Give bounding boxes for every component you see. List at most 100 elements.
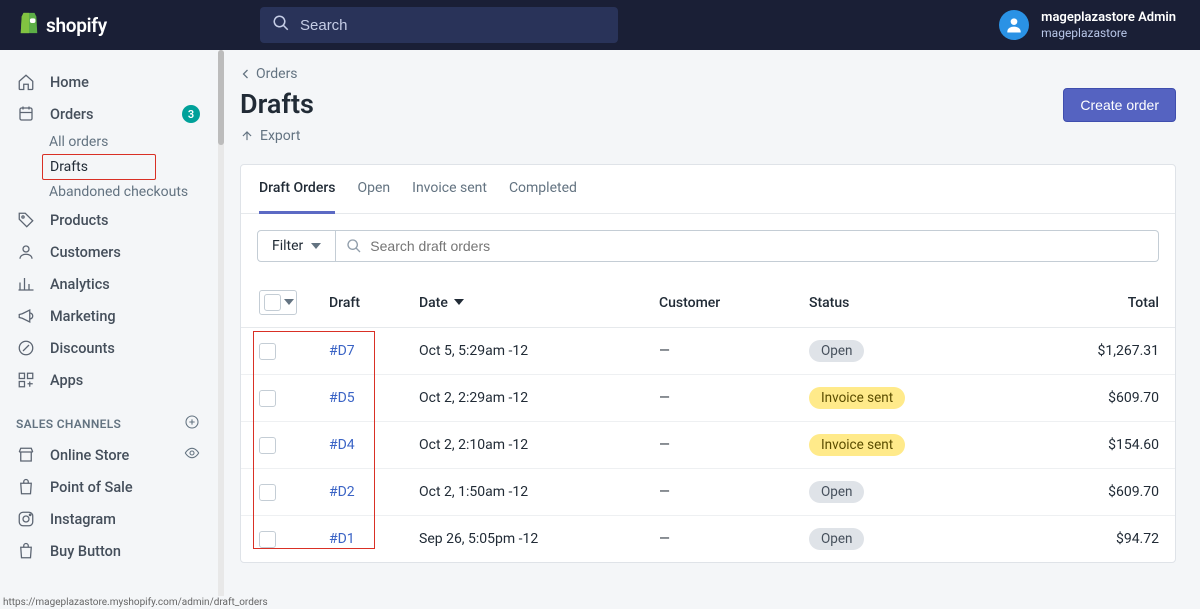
tabs: Draft Orders Open Invoice sent Completed	[241, 165, 1175, 214]
tag-icon	[16, 210, 36, 230]
sidebar-item-apps[interactable]: Apps	[0, 364, 216, 396]
row-total: $94.72	[1055, 516, 1175, 563]
sidebar-item-discounts[interactable]: Discounts	[0, 332, 216, 364]
filter-button[interactable]: Filter	[257, 230, 336, 262]
drafts-table: Draft Date Customer Status Total #D7 Oct …	[241, 278, 1175, 562]
sales-channels-header: SALES CHANNELS	[0, 396, 216, 439]
search-orders[interactable]	[336, 230, 1159, 262]
sidebar-item-marketing[interactable]: Marketing	[0, 300, 216, 332]
sidebar-item-orders[interactable]: Orders 3	[0, 98, 216, 130]
row-total: $1,267.31	[1055, 328, 1175, 375]
status-badge: Open	[809, 528, 864, 550]
page-title: Drafts	[240, 88, 314, 120]
sidebar-label: Customers	[50, 244, 121, 261]
sidebar-label: Home	[50, 74, 89, 91]
row-customer: —	[643, 328, 793, 375]
col-draft[interactable]: Draft	[313, 278, 403, 328]
create-order-button[interactable]: Create order	[1063, 88, 1176, 122]
col-customer[interactable]: Customer	[643, 278, 793, 328]
row-checkbox[interactable]	[259, 343, 276, 360]
apps-icon	[16, 370, 36, 390]
orders-badge: 3	[182, 105, 200, 123]
analytics-icon	[16, 274, 36, 294]
sidebar-item-products[interactable]: Products	[0, 204, 216, 236]
row-checkbox[interactable]	[259, 390, 276, 407]
brand-text: shopify	[46, 14, 107, 37]
tab-open[interactable]: Open	[357, 165, 390, 214]
sidebar-sub-drafts[interactable]: Drafts	[42, 154, 156, 180]
breadcrumb-back[interactable]: Orders	[240, 66, 1176, 88]
draft-link[interactable]: #D2	[329, 484, 355, 500]
main-content: Orders Drafts Create order Export Draft …	[216, 50, 1200, 609]
table-row[interactable]: #D5Oct 2, 2:29am -12—Invoice sent$609.70	[241, 375, 1175, 422]
draft-link[interactable]: #D4	[329, 437, 355, 453]
row-checkbox[interactable]	[259, 437, 276, 454]
row-customer: —	[643, 469, 793, 516]
table-row[interactable]: #D7 Oct 5, 5:29am -12— Open $1,267.31	[241, 328, 1175, 375]
brand-logo[interactable]: shopify	[0, 11, 252, 39]
search-orders-input[interactable]	[370, 231, 1148, 261]
status-bar-url: https://mageplazastore.myshopify.com/adm…	[0, 596, 271, 609]
sidebar-item-analytics[interactable]: Analytics	[0, 268, 216, 300]
sidebar-item-instagram[interactable]: Instagram	[0, 503, 216, 535]
search-icon	[346, 238, 362, 254]
sidebar-label: Discounts	[50, 340, 115, 357]
tab-completed[interactable]: Completed	[509, 165, 577, 214]
row-total: $609.70	[1055, 375, 1175, 422]
user-name: mageplazastore Admin	[1041, 10, 1176, 26]
export-button[interactable]: Export	[240, 128, 300, 144]
status-badge: Invoice sent	[809, 387, 905, 409]
sidebar-sub-all-orders[interactable]: All orders	[0, 130, 216, 154]
sidebar-item-online-store[interactable]: Online Store	[0, 439, 216, 471]
col-status[interactable]: Status	[793, 278, 1055, 328]
sidebar-label: Buy Button	[50, 543, 121, 560]
eye-icon[interactable]	[184, 445, 200, 465]
draft-link[interactable]: #D5	[329, 390, 355, 406]
row-customer: —	[643, 422, 793, 469]
export-icon	[240, 129, 254, 143]
shopify-bag-icon	[18, 11, 40, 39]
table-row[interactable]: #D4Oct 2, 2:10am -12—Invoice sent$154.60	[241, 422, 1175, 469]
scrollbar-thumb[interactable]	[218, 50, 224, 145]
row-date: Oct 5, 5:29am -12	[403, 328, 643, 375]
row-checkbox[interactable]	[259, 484, 276, 501]
megaphone-icon	[16, 306, 36, 326]
table-row[interactable]: #D2Oct 2, 1:50am -12—Open$609.70	[241, 469, 1175, 516]
instagram-icon	[16, 509, 36, 529]
sidebar-label: Orders	[50, 106, 94, 123]
sidebar-label: Analytics	[50, 276, 110, 293]
sidebar-item-home[interactable]: Home	[0, 66, 216, 98]
add-channel-icon[interactable]	[184, 414, 200, 433]
bag-icon	[16, 541, 36, 561]
tab-draft-orders[interactable]: Draft Orders	[259, 165, 335, 214]
search-input[interactable]	[300, 17, 606, 34]
row-customer: —	[643, 516, 793, 563]
home-icon	[16, 72, 36, 92]
global-search[interactable]	[252, 7, 626, 43]
draft-link[interactable]: #D7	[329, 343, 355, 359]
sort-desc-icon	[451, 295, 464, 311]
search-icon	[272, 14, 290, 36]
sidebar-item-customers[interactable]: Customers	[0, 236, 216, 268]
col-total[interactable]: Total	[1055, 278, 1175, 328]
sidebar-item-pos[interactable]: Point of Sale	[0, 471, 216, 503]
col-date[interactable]: Date	[403, 278, 643, 328]
user-menu[interactable]: mageplazastore Admin mageplazastore	[983, 10, 1200, 40]
caret-down-icon[interactable]	[281, 295, 294, 311]
sidebar-sub-abandoned[interactable]: Abandoned checkouts	[0, 180, 216, 204]
status-badge: Open	[809, 340, 864, 362]
sidebar-item-buy-button[interactable]: Buy Button	[0, 535, 216, 567]
row-total: $609.70	[1055, 469, 1175, 516]
row-customer: —	[643, 375, 793, 422]
sidebar-label: Products	[50, 212, 109, 229]
select-all-checkbox[interactable]	[264, 294, 281, 311]
status-badge: Open	[809, 481, 864, 503]
sidebar-label: Apps	[50, 372, 83, 389]
draft-link[interactable]: #D1	[329, 531, 355, 547]
row-checkbox[interactable]	[259, 531, 276, 548]
table-row[interactable]: #D1Sep 26, 5:05pm -12—Open$94.72	[241, 516, 1175, 563]
tab-invoice-sent[interactable]: Invoice sent	[412, 165, 487, 214]
orders-icon	[16, 104, 36, 124]
sidebar-label: Marketing	[50, 308, 116, 325]
select-all-header[interactable]	[241, 278, 313, 328]
